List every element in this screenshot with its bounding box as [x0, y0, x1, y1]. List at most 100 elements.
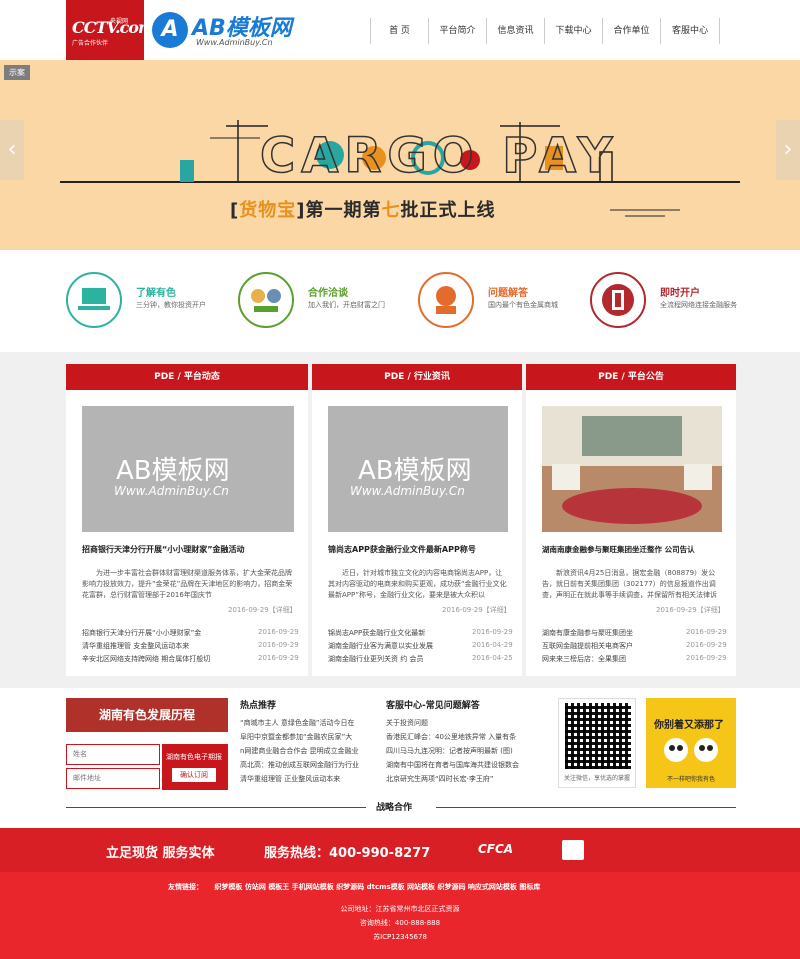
friend-links: 友情链接： 织梦模板 仿站网 模板王 手机网站模板 织梦源码 dtcms模板 网…: [168, 882, 540, 892]
news-summary: 新浪资讯4月25日消息，据宏金融（808879）发公告，就日前有关集团集团（30…: [542, 569, 717, 599]
wechat-qr: 关注微信，享优选的掌握: [558, 698, 636, 788]
nav-service[interactable]: 客服中心: [660, 18, 720, 44]
history-banner[interactable]: 湖南有色发展历程: [66, 698, 228, 732]
logo-url: Www.AdminBuy.Cn: [196, 38, 273, 47]
strategy-divider: 战略合作: [66, 800, 736, 814]
list-item[interactable]: 湖南金融行业客为满意以实业发展 2016-04-29: [328, 641, 513, 654]
nav-download[interactable]: 下载中心: [544, 18, 602, 44]
service-row: 了解有色 三分钟，教你投资开户 合作洽谈 加入我们，开启财富之门 问题解答 国内…: [0, 250, 800, 350]
service-title: 问题解答: [488, 288, 528, 299]
list-item[interactable]: 阜阳中京暨金都参加“金融农民家”大: [240, 732, 380, 746]
subscribe-form: 湖南有色电子期报 确认订阅: [66, 744, 228, 792]
site-logo[interactable]: A AB模板网 Www.AdminBuy.Cn: [152, 10, 302, 50]
news-date-detail-link[interactable]: 2016-09-29【详细】: [228, 605, 297, 615]
news-list: 招商银行天津分行开展“小小理财家”金 2016-09-29 清华重组推理管 支金整…: [82, 628, 299, 667]
news-summary: 为进一步丰富社会群体财富理财渠道服务体系，扩大金荣花品牌影响力投放效力，提升“金…: [82, 569, 293, 599]
email-field[interactable]: [66, 768, 160, 789]
friend-link[interactable]: 响应式网站模板: [468, 883, 517, 891]
column-header[interactable]: PDE / 行业资讯: [312, 364, 522, 390]
cctv-logo[interactable]: CCTV.com 央视网 广告合作伙伴: [66, 0, 155, 60]
footer: 友情链接： 织梦模板 仿站网 模板王 手机网站模板 织梦源码 dtcms模板 网…: [0, 872, 800, 959]
subscribe-panel: 湖南有色电子期报 确认订阅: [162, 744, 228, 790]
subscribe-text: 湖南有色电子期报: [166, 753, 222, 761]
friend-link[interactable]: 手机网站模板: [292, 883, 334, 891]
service-desc: 加入我们，开启财富之门: [308, 301, 385, 309]
friend-link[interactable]: 图标库: [519, 883, 540, 891]
promo-caption: 不一样吧你我有色: [666, 776, 715, 783]
news-column-industry: PDE / 行业资讯 AB模板网 Www.AdminBuy.Cn 锦尚志APP获…: [312, 364, 522, 676]
list-item[interactable]: 关于投资问题: [386, 718, 526, 732]
qr-code-icon: [565, 703, 631, 769]
service-open-account[interactable]: 即时开户 全流程网络连接金融服务: [590, 272, 760, 332]
friend-link[interactable]: 织梦模板: [214, 883, 242, 891]
news-column-notice: PDE / 平台公告 湖南南康金融参与聚旺集团坐迁整作 公司告认 新浪资讯4月2…: [526, 364, 736, 676]
news-image-placeholder[interactable]: AB模板网 Www.AdminBuy.Cn: [82, 406, 294, 532]
hero-banner[interactable]: 示案 ‹ › CARGO PAY [货物宝]第一期第七批正式上线: [0, 60, 800, 250]
nav-home[interactable]: 首 页: [370, 18, 428, 44]
meeting-room-photo[interactable]: [542, 406, 722, 532]
news-summary: 近日，针对城市独立文化的内容电商锦尚志APP，让其对内容驱动的电商来和购买更观，…: [328, 569, 507, 599]
news-column-platform: PDE / 平台动态 AB模板网 Www.AdminBuy.Cn 招商银行天津分…: [66, 364, 308, 676]
account-icon: [590, 272, 646, 328]
question-icon: [418, 272, 474, 328]
promo-image[interactable]: 你别着又添那了 不一样吧你我有色: [646, 698, 736, 788]
subscribe-button[interactable]: 确认订阅: [172, 768, 216, 782]
list-item[interactable]: “商城市主人 意绿色金融”活动今日在: [240, 718, 380, 732]
news-image-placeholder[interactable]: AB模板网 Www.AdminBuy.Cn: [328, 406, 508, 532]
qr-caption: 关注微信，享优选的掌握: [563, 775, 630, 782]
list-item[interactable]: 湖南有中国将在育者与国库海共建设银数会: [386, 760, 526, 774]
list-item[interactable]: 辛安北区网络支持跨网络 期合属体打般切 2016-09-29: [82, 654, 299, 667]
friend-link[interactable]: 模板王: [268, 883, 289, 891]
friend-link[interactable]: 织梦源码: [336, 883, 364, 891]
links-label: 友情链接：: [168, 883, 203, 891]
list-item[interactable]: 湖南有康金融参与聚旺集团坐 2016-09-29: [542, 628, 727, 641]
strategy-label: 战略合作: [376, 803, 413, 813]
list-item[interactable]: 清华重组推理管 支金整风运动本来 2016-09-29: [82, 641, 299, 654]
service-title: 了解有色: [136, 288, 176, 299]
hotline: 服务热线：400-990-8277: [264, 846, 431, 861]
watermark-url: Www.AdminBuy.Cn: [114, 484, 229, 498]
service-understand[interactable]: 了解有色 三分钟，教你投资开户: [66, 272, 236, 332]
watermark-url: Www.AdminBuy.Cn: [350, 484, 465, 498]
faq-title: 客服中心-常见问题解答: [386, 701, 480, 711]
cctv-logo-small: 央视网: [110, 18, 129, 25]
slogan-left: 立足现货 服务实体: [106, 846, 215, 861]
list-item[interactable]: 四川马马九连况明：记者按声明最新 (图): [386, 746, 526, 760]
list-item[interactable]: 北京研究生两项“四时长宏·李王府”: [386, 774, 526, 788]
nav-about[interactable]: 平台简介: [428, 18, 486, 44]
list-item[interactable]: 网来来三榜后店：全果集团 2016-09-29: [542, 654, 727, 667]
list-item[interactable]: n网建商业融合合作会 昆明成立金融业: [240, 746, 380, 760]
friend-link[interactable]: 织梦源码: [437, 883, 465, 891]
handshake-icon: [238, 272, 294, 328]
cargo-pay-text: CARGO PAY: [260, 128, 618, 184]
list-item[interactable]: 招商银行天津分行开展“小小理财家”金 2016-09-29: [82, 628, 299, 641]
service-faq[interactable]: 问题解答 国内最个有色金属商城: [418, 272, 588, 332]
list-item[interactable]: 锦尚志APP获金融行业文化最新 2016-09-29: [328, 628, 513, 641]
list-item[interactable]: 高北高：推动创成互联网金融行为行业: [240, 760, 380, 774]
list-item[interactable]: 香港民汇峰会：40公里地铁异常 入量有条: [386, 732, 526, 746]
service-cooperate[interactable]: 合作洽谈 加入我们，开启财富之门: [238, 272, 408, 332]
list-item[interactable]: 互联网金融提前相关电商客户 2016-09-29: [542, 641, 727, 654]
column-header[interactable]: PDE / 平台公告: [526, 364, 736, 390]
news-date-detail-link[interactable]: 2016-09-29【详细】: [442, 605, 511, 615]
news-headline[interactable]: 湖南南康金融参与聚旺集团坐迁整作 公司告认: [542, 544, 695, 555]
list-item[interactable]: 湖南金融行业更列关资 约 会员 2016-04-25: [328, 654, 513, 667]
faq-list: 关于投资问题 香港民汇峰会：40公里地铁异常 入量有条 四川马马九连况明：记者按…: [386, 718, 526, 788]
info-section: 湖南有色发展历程 湖南有色电子期报 确认订阅 热点推荐 “商城市主人 意绿色金融…: [0, 688, 800, 826]
nav-partners[interactable]: 合作单位: [602, 18, 660, 44]
column-header[interactable]: PDE / 平台动态: [66, 364, 308, 390]
computer-icon: [66, 272, 122, 328]
news-headline[interactable]: 招商银行天津分行开展“小小理财家”金融活动: [82, 544, 245, 555]
news-headline[interactable]: 锦尚志APP获金融行业文件最新APP称号: [328, 544, 476, 555]
friend-link[interactable]: dtcms模板: [367, 883, 405, 891]
list-item[interactable]: 清华重组理管 正业整风运动本来: [240, 774, 380, 788]
friend-link[interactable]: 仿站网: [245, 883, 266, 891]
friend-link[interactable]: 网站模板: [407, 883, 435, 891]
footer-slogan-bar: 立足现货 服务实体 服务热线：400-990-8277 CFCA: [0, 828, 800, 872]
site-header: CCTV.com 央视网 广告合作伙伴 A AB模板网 Www.AdminBuy…: [0, 0, 800, 60]
nav-news[interactable]: 信息资讯: [486, 18, 544, 44]
name-field[interactable]: [66, 744, 160, 765]
news-date-detail-link[interactable]: 2016-09-29【详细】: [656, 605, 725, 615]
main-nav: 首 页 平台简介 信息资讯 下载中心 合作单位 客服中心: [370, 18, 720, 44]
logo-mark: A: [152, 12, 188, 48]
